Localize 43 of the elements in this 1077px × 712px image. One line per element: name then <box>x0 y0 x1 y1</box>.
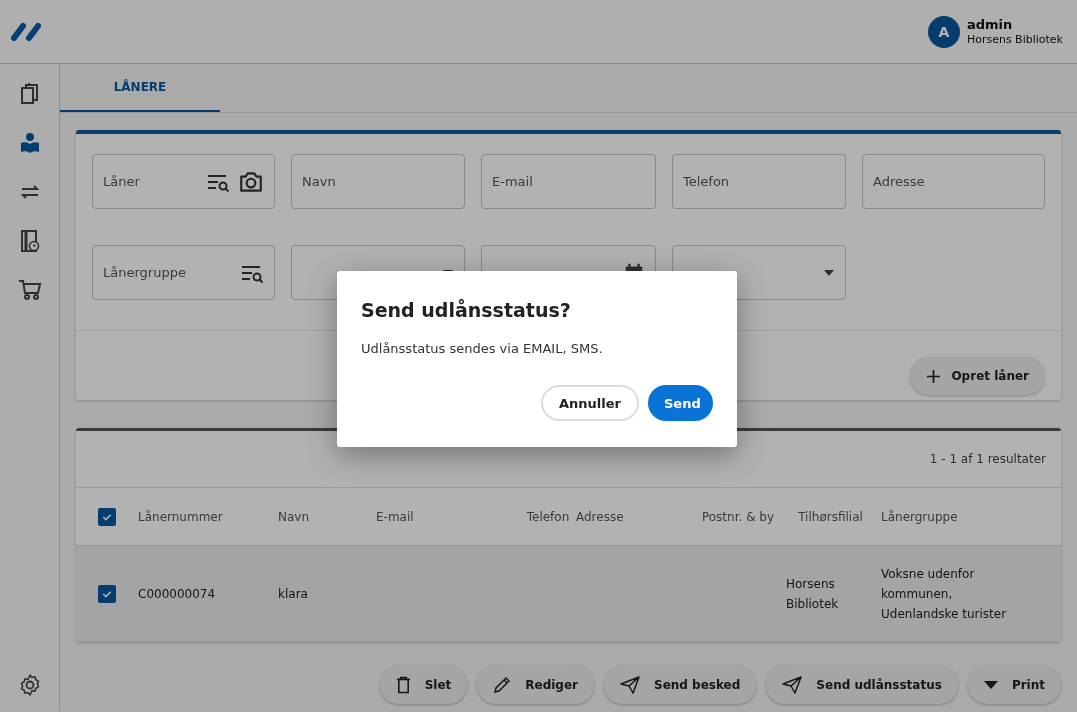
send-button[interactable]: Send besked <box>604 666 757 704</box>
user-avatar[interactable]: A <box>927 15 960 48</box>
column-header[interactable]: Lånergruppe <box>881 506 1021 527</box>
caret-icon <box>983 681 998 689</box>
dialog-title: Send udlånsstatus? <box>361 299 572 321</box>
send-button[interactable]: Send <box>648 385 713 421</box>
table-cell: Horsens Bibliotek <box>786 576 839 611</box>
table-cell: C000000074 <box>138 586 216 601</box>
result-count: 1 - 1 af 1 resultater <box>929 452 1046 466</box>
print-button[interactable]: Print <box>967 666 1061 704</box>
column-header[interactable]: Navn <box>278 506 376 527</box>
column-header[interactable]: Postnr. & by <box>696 506 786 527</box>
table-cell: Voksne udenfor kommunen, Udenlandske turister <box>881 566 1007 621</box>
pencil-icon <box>493 676 512 694</box>
column-header[interactable]: E-mail <box>376 506 526 527</box>
dropdown-caret-icon[interactable] <box>823 268 835 277</box>
cart-icon[interactable] <box>17 278 42 302</box>
search-field[interactable]: Lånergruppe <box>92 245 275 300</box>
column-header[interactable]: Telefon <box>526 506 576 527</box>
cancel-button[interactable]: Annuller <box>541 385 639 421</box>
library-name: Horsens Bibliotek <box>966 31 1063 47</box>
dialog-message: Udlånsstatus sendes via EMAIL, SMS. <box>361 341 604 356</box>
borrowers-tab[interactable]: LÅNERE <box>60 64 220 112</box>
search-field[interactable]: Låner <box>92 154 275 209</box>
row-checkbox[interactable] <box>98 584 116 603</box>
trash-icon <box>395 676 411 694</box>
plus-icon <box>926 368 942 384</box>
select-all-checkbox[interactable] <box>98 507 116 526</box>
paper-plane-icon <box>620 676 640 694</box>
column-header[interactable]: Lånernummer <box>138 506 278 527</box>
search-field[interactable]: Adresse <box>862 154 1045 209</box>
create-borrower-button[interactable]: Opret låner <box>910 357 1045 395</box>
paper-plane-icon <box>782 676 803 694</box>
delete-button[interactable]: Slet <box>379 666 468 704</box>
search-field[interactable]: E-mail <box>481 154 656 209</box>
search-field[interactable]: Telefon <box>672 154 846 209</box>
edit-button[interactable]: Rediger <box>477 666 594 704</box>
user-name: admin <box>966 16 1014 32</box>
search-field[interactable]: Navn <box>291 154 465 209</box>
column-header[interactable]: Tilhørsfilial <box>786 506 881 527</box>
send-button[interactable]: Send udlånsstatus <box>766 666 958 704</box>
column-header[interactable]: Adresse <box>576 506 696 527</box>
table-cell: klara <box>278 586 308 601</box>
